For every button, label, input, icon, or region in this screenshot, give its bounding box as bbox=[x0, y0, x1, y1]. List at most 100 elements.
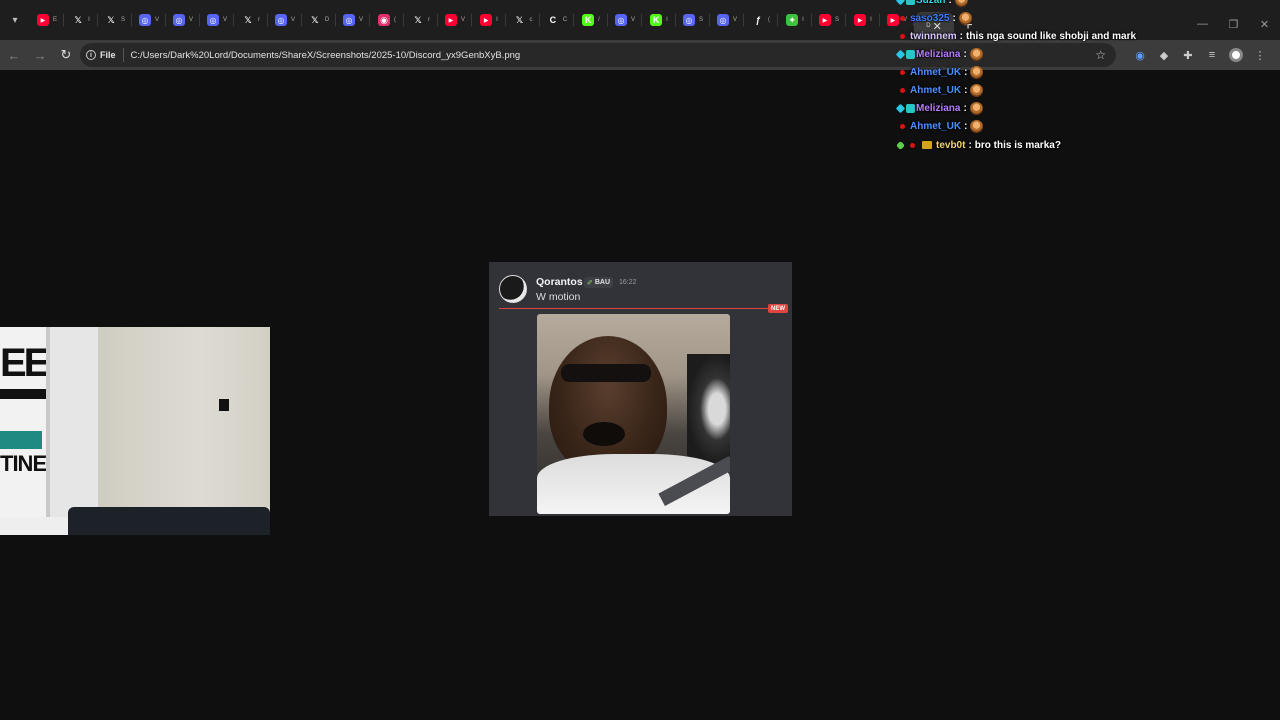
browser-tab[interactable]: ✦ I bbox=[778, 6, 812, 34]
browser-tab[interactable]: ◎ S bbox=[676, 6, 710, 34]
site-info-chip[interactable]: i File bbox=[86, 50, 116, 60]
webcam-wall bbox=[98, 327, 270, 507]
browser-tab[interactable]: CC bbox=[540, 6, 574, 34]
chat-message: tevb0t: bro this is marka? bbox=[896, 136, 1061, 154]
chat-separator: : bbox=[968, 139, 972, 151]
tab-title: C bbox=[562, 17, 568, 23]
chat-username[interactable]: saso325 bbox=[910, 13, 949, 24]
tab-title: r bbox=[428, 17, 430, 23]
chat-username[interactable]: Meliziana bbox=[916, 49, 960, 60]
message-username: Qorantos bbox=[536, 276, 583, 288]
chat-message: Meliziana: bbox=[896, 99, 983, 117]
browser-tab[interactable]: 𝕏I bbox=[64, 6, 98, 34]
avatar bbox=[499, 275, 527, 303]
tab-title: V bbox=[732, 17, 737, 23]
browser-tab[interactable]: ▶ V bbox=[438, 6, 472, 34]
browser-tab[interactable]: ◎ V bbox=[200, 6, 234, 34]
x-icon: 𝕏 bbox=[107, 14, 115, 25]
chat-separator: : bbox=[952, 12, 956, 24]
info-icon: i bbox=[86, 50, 96, 60]
browser-tab[interactable]: K / bbox=[574, 6, 608, 34]
back-button[interactable]: ← bbox=[2, 43, 26, 67]
poster-letters-bottom: TINE bbox=[0, 451, 47, 476]
browser-tab[interactable]: ◎ V bbox=[132, 6, 166, 34]
tab-title: r bbox=[258, 17, 260, 23]
tab-title: I bbox=[496, 17, 498, 23]
youtube-icon: ▶ bbox=[36, 14, 49, 26]
poster-letters: EE bbox=[0, 341, 50, 385]
url-text[interactable]: C:/Users/Dark%20Lord/Documents/ShareX/Sc… bbox=[131, 50, 521, 61]
browser-tab[interactable]: ▶ I bbox=[472, 6, 506, 34]
x-icon: 𝕏 bbox=[244, 14, 252, 25]
reload-icon: ↻ bbox=[60, 47, 72, 62]
browser-tab[interactable]: ◎ V bbox=[166, 6, 200, 34]
browser-tab[interactable]: ▶ I bbox=[846, 6, 880, 34]
tab-search-button[interactable]: ▾ bbox=[4, 9, 26, 31]
url-divider bbox=[122, 48, 124, 62]
browser-tab[interactable]: 𝕏S bbox=[98, 6, 132, 34]
discord-icon: ◎ bbox=[206, 14, 219, 26]
chat-username[interactable]: Ahmet_UK bbox=[910, 67, 961, 78]
browser-tab[interactable]: ▶ E bbox=[30, 6, 64, 34]
tab-title: V bbox=[358, 17, 363, 23]
browser-tab[interactable]: 𝕏r bbox=[234, 6, 268, 34]
chat-username[interactable]: Meliziana bbox=[916, 103, 960, 114]
chat-username[interactable]: twinnnem bbox=[910, 31, 957, 42]
emote-icon bbox=[970, 119, 984, 133]
browser-tab[interactable]: 𝕏c bbox=[506, 6, 540, 34]
browser-tab[interactable]: ◎ V bbox=[268, 6, 302, 34]
dot-badge-icon bbox=[900, 87, 905, 93]
browser-tab[interactable]: KI bbox=[642, 6, 676, 34]
tab-title: I bbox=[88, 17, 90, 23]
chat-message: Ahmet_UK: bbox=[896, 63, 984, 81]
video-sunglasses bbox=[561, 364, 651, 382]
chat-username[interactable]: Suzan bbox=[916, 0, 945, 6]
browser-tab[interactable]: ◉( bbox=[370, 6, 404, 34]
video-car-window bbox=[687, 354, 730, 464]
x-icon: 𝕏 bbox=[311, 14, 319, 25]
browser-tab[interactable]: ◎ V bbox=[608, 6, 642, 34]
emote-icon bbox=[969, 101, 983, 115]
message-timestamp: 16:22 bbox=[619, 279, 637, 286]
dot-badge-icon bbox=[900, 33, 905, 39]
cyan-badge-icon bbox=[896, 103, 906, 113]
browser-tab[interactable]: ▶ S bbox=[812, 6, 846, 34]
chat-username[interactable]: Ahmet_UK bbox=[910, 121, 961, 132]
cyan-badge-icon bbox=[896, 0, 906, 5]
webcam-chair bbox=[68, 507, 270, 535]
chevron-down-icon: ▾ bbox=[12, 14, 18, 26]
emote-icon bbox=[954, 0, 968, 7]
webcam-feed: EE TINE bbox=[0, 327, 270, 535]
browser-tab[interactable]: ◎ V bbox=[336, 6, 370, 34]
dot-badge-icon bbox=[900, 69, 905, 75]
x-icon: 𝕏 bbox=[414, 14, 422, 25]
video-beard bbox=[583, 422, 625, 446]
chat-username[interactable]: Ahmet_UK bbox=[910, 85, 961, 96]
dot-badge-icon bbox=[900, 123, 905, 129]
url-scheme-label: File bbox=[100, 50, 116, 60]
message-text: W motion bbox=[536, 291, 581, 303]
chat-separator: : bbox=[963, 48, 967, 60]
chat-username[interactable]: tevb0t bbox=[936, 140, 965, 151]
tab-title: V bbox=[222, 17, 227, 23]
teal-badge-icon bbox=[906, 103, 915, 113]
chat-message: saso325: bbox=[896, 9, 972, 27]
youtube-icon: ▶ bbox=[854, 14, 867, 26]
chat-message: Suzan: bbox=[896, 0, 968, 9]
browser-tab[interactable]: ◎ V bbox=[710, 6, 744, 34]
teal-badge-icon bbox=[906, 0, 915, 5]
tab-list: ▶ E 𝕏 I 𝕏 S ◎ V ◎ V ◎ V 𝕏r ◎ V 𝕏 D ◎ V ◉(𝕏r ▶ V ▶ I 𝕏c C C K / ◎ V K I ◎ S… bbox=[30, 0, 914, 40]
tab-title: I bbox=[802, 17, 804, 23]
forward-button[interactable]: → bbox=[28, 43, 52, 67]
x-icon: 𝕏 bbox=[74, 14, 82, 25]
browser-tab[interactable]: 𝕏r bbox=[404, 6, 438, 34]
discord-icon: ◎ bbox=[682, 14, 695, 26]
server-tag-label: BAU bbox=[594, 279, 611, 286]
browser-tab[interactable]: 𝕏D bbox=[302, 6, 336, 34]
tab-title: S bbox=[698, 17, 703, 23]
function-icon: ƒ bbox=[755, 15, 761, 25]
discord-icon: ◎ bbox=[138, 14, 151, 26]
tab-title: S bbox=[120, 17, 125, 23]
browser-tab[interactable]: ƒ( bbox=[744, 6, 778, 34]
reload-button[interactable]: ↻ bbox=[54, 43, 78, 67]
